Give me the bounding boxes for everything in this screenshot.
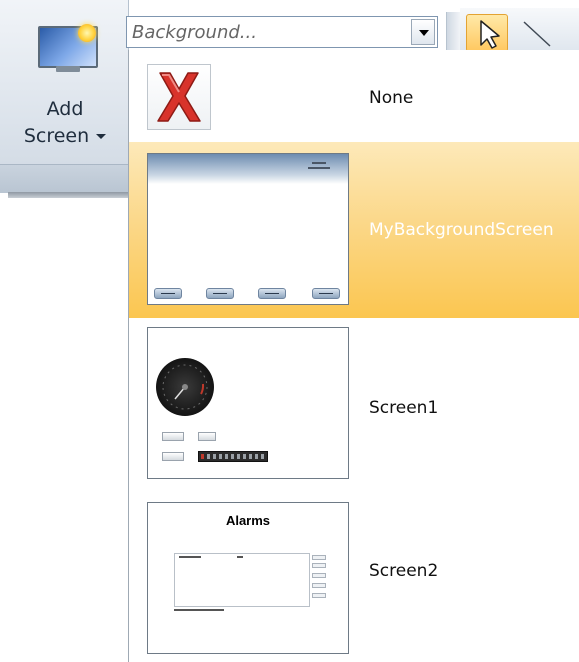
line-tool-icon xyxy=(523,21,551,47)
dropdown-item-label: MyBackgroundScreen xyxy=(369,220,554,240)
background-combo-dropdown-button[interactable] xyxy=(411,19,435,45)
pointer-arrow-icon xyxy=(480,20,500,49)
add-screen-button[interactable]: Add Screen xyxy=(12,14,118,164)
toolbar-separator xyxy=(446,12,461,52)
thumbnail-header xyxy=(148,154,348,184)
line-tool-button[interactable] xyxy=(516,14,558,52)
thumbnail-button xyxy=(312,288,340,299)
thumbnail-title: Alarms xyxy=(225,513,271,528)
add-screen-label-line2: Screen xyxy=(12,123,118,150)
thumbnail-button xyxy=(258,288,286,299)
chevron-down-icon xyxy=(419,30,429,36)
dropdown-item-none[interactable]: None xyxy=(129,50,579,142)
background-combo[interactable] xyxy=(126,16,438,48)
screen2-thumbnail: Alarms xyxy=(147,502,349,654)
red-x-icon xyxy=(147,64,211,130)
thumbnail-button xyxy=(312,593,326,598)
thumbnail-button xyxy=(312,573,326,578)
background-dropdown-list: None MyBackgroundScreen Screen1 Alarms S… xyxy=(128,50,579,662)
gauge-icon xyxy=(156,358,214,416)
thumbnail-button xyxy=(312,563,326,568)
dropdown-item-label: Screen2 xyxy=(369,561,439,581)
thumbnail-button xyxy=(312,555,326,560)
dropdown-item-mybackgroundscreen[interactable]: MyBackgroundScreen xyxy=(129,142,579,318)
background-screen-thumbnail xyxy=(147,153,349,305)
add-screen-label-line1: Add xyxy=(46,98,84,120)
monitor-sun-icon xyxy=(38,24,98,76)
thumbnail-button xyxy=(198,432,216,441)
thumbnail-button xyxy=(162,452,184,461)
led-bar xyxy=(198,451,268,462)
dropdown-item-screen2[interactable]: Alarms Screen2 xyxy=(129,493,579,662)
thumbnail-button xyxy=(154,288,182,299)
thumbnail-button xyxy=(162,432,184,441)
thumbnail-button xyxy=(206,288,234,299)
dropdown-item-screen1[interactable]: Screen1 xyxy=(129,318,579,493)
ribbon-group-screens: Add Screen xyxy=(0,0,129,193)
dropdown-item-label: Screen1 xyxy=(369,398,439,418)
thumbnail-button xyxy=(312,583,326,588)
dropdown-item-label: None xyxy=(369,88,414,108)
pointer-tool-button[interactable] xyxy=(466,14,508,52)
background-combo-input[interactable] xyxy=(132,17,407,47)
ribbon-shadow xyxy=(8,192,128,198)
screen1-thumbnail xyxy=(147,327,349,479)
ribbon-group-footer xyxy=(0,164,128,193)
chevron-down-icon xyxy=(96,134,107,139)
alarm-grid xyxy=(174,553,310,607)
add-screen-label: Add Screen xyxy=(12,96,118,150)
